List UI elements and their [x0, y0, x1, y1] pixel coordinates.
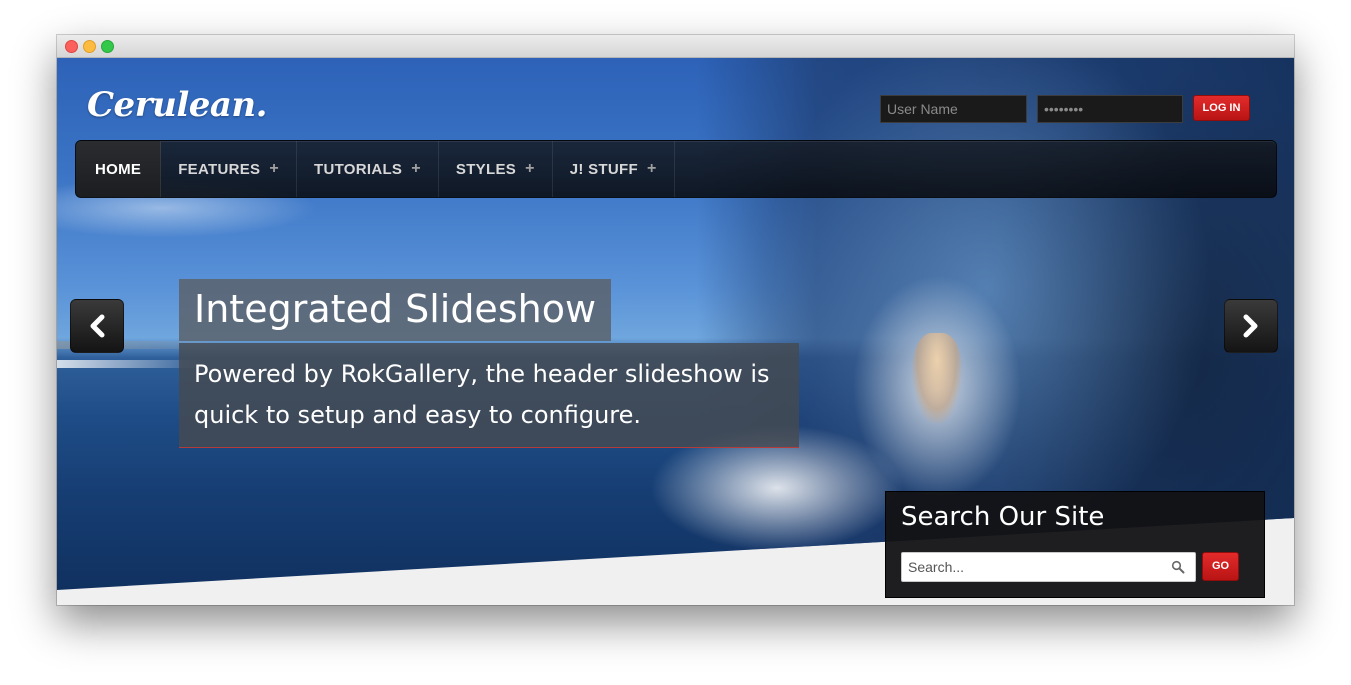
slide-description: Powered by RokGallery, the header slides…: [179, 343, 799, 448]
window-titlebar: [57, 35, 1294, 58]
search-panel: Search Our Site GO: [885, 491, 1265, 598]
search-input[interactable]: [902, 553, 1164, 581]
chevron-right-icon: [1243, 314, 1258, 338]
slideshow-next-button[interactable]: [1224, 299, 1278, 353]
nav-item-j-stuff[interactable]: J! STUFF +: [553, 141, 675, 197]
site-logo[interactable]: Cerulean.: [87, 85, 267, 125]
username-input[interactable]: [880, 95, 1027, 123]
browser-window: Cerulean. LOG IN HOME FEATURES + TUTORIA…: [57, 35, 1294, 605]
nav-item-home[interactable]: HOME: [76, 141, 162, 197]
plus-icon: +: [646, 160, 657, 177]
main-navigation: HOME FEATURES + TUTORIALS + STYLES + J! …: [75, 140, 1277, 198]
plus-icon: +: [269, 160, 279, 177]
chevron-left-icon: [90, 314, 105, 338]
search-go-button[interactable]: GO: [1202, 552, 1239, 581]
nav-item-label: FEATURES: [178, 160, 261, 178]
nav-item-label: J! STUFF: [569, 160, 638, 178]
close-window-button[interactable]: [65, 40, 78, 53]
plus-icon: +: [525, 160, 535, 177]
nav-item-tutorials[interactable]: TUTORIALS +: [297, 141, 439, 197]
minimize-window-button[interactable]: [83, 40, 96, 53]
slide-title: Integrated Slideshow: [179, 279, 612, 341]
nav-item-features[interactable]: FEATURES +: [161, 141, 297, 197]
password-input[interactable]: [1037, 95, 1183, 123]
login-button[interactable]: LOG IN: [1193, 95, 1250, 121]
plus-icon: +: [411, 160, 421, 177]
search-icon[interactable]: [1171, 560, 1185, 574]
search-panel-title: Search Our Site: [901, 502, 1105, 532]
zoom-window-button[interactable]: [101, 40, 114, 53]
nav-item-styles[interactable]: STYLES +: [439, 141, 553, 197]
nav-item-label: HOME: [95, 160, 142, 178]
nav-item-label: STYLES: [455, 160, 517, 178]
search-field[interactable]: [901, 552, 1196, 582]
surfer-figure: [912, 333, 962, 423]
nav-item-label: TUTORIALS: [313, 160, 403, 178]
slideshow-prev-button[interactable]: [70, 299, 124, 353]
